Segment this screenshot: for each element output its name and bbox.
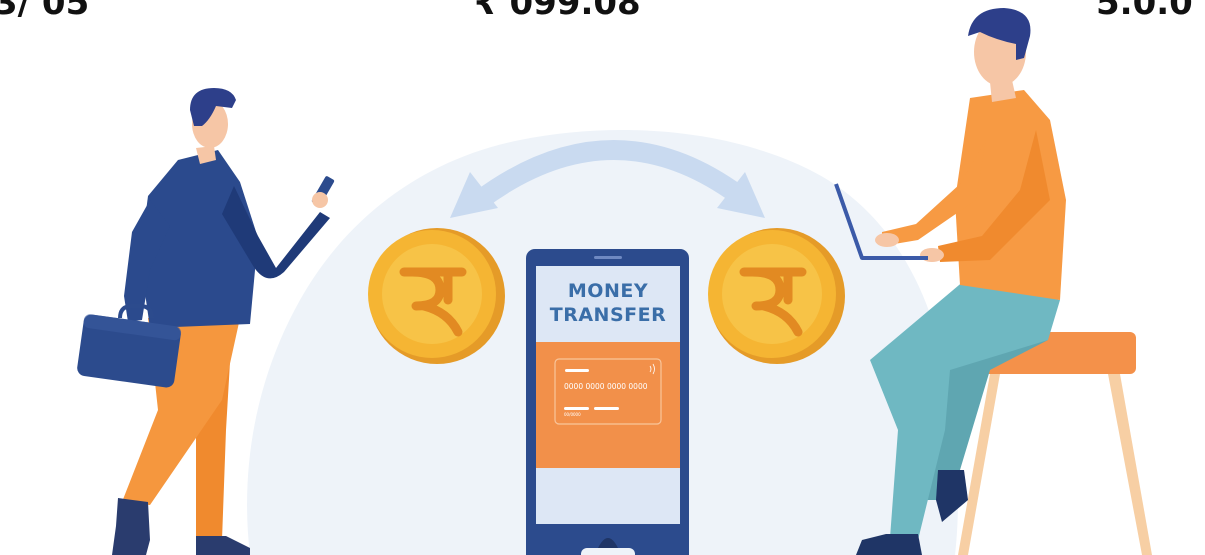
- header-right-fragment: 5.0.0: [1096, 0, 1193, 23]
- header-left-fragment: 3/ 05: [0, 0, 90, 23]
- rupee-coin-icon-left: [368, 228, 505, 364]
- phone-title: MONEY TRANSFER: [549, 280, 667, 326]
- money-transfer-illustration: [77, 8, 1152, 555]
- card-number: 0000 0000 0000 0000: [564, 382, 648, 391]
- illustration-stage: 3/ 05 ₹ 099.08 5.0.0 MONEY TRANSFER 0000…: [0, 0, 1205, 555]
- rupee-coin-icon-right: [708, 228, 845, 364]
- card-expiry: 00/0000: [564, 412, 581, 417]
- header-center-fragment: ₹ 099.08: [474, 0, 641, 23]
